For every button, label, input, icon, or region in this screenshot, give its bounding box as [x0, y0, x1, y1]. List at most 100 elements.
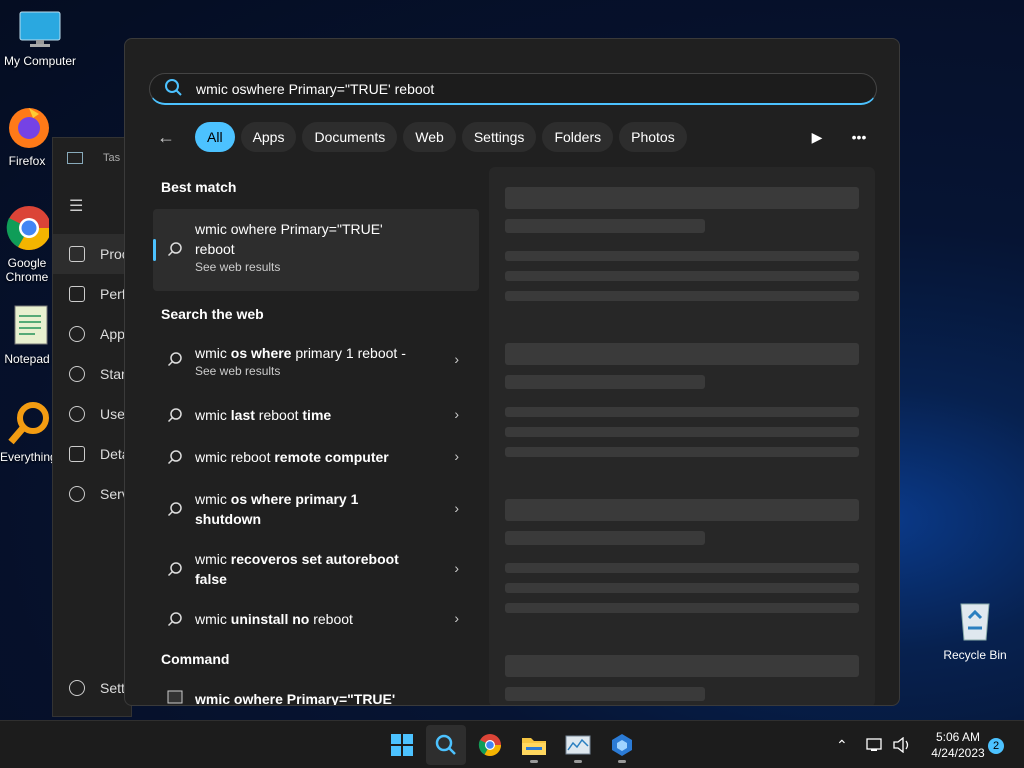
skeleton-line [505, 447, 859, 457]
taskbar-file-explorer[interactable] [514, 725, 554, 765]
hamburger-menu-icon[interactable]: ☰ [53, 178, 131, 234]
desktop-icon-my-computer[interactable]: My Computer [0, 10, 80, 68]
tm-nav-app-history[interactable]: App [53, 314, 131, 354]
search-icon [167, 241, 183, 260]
app-history-icon [69, 326, 85, 342]
filter-web[interactable]: Web [403, 122, 456, 152]
chevron-right-icon: › [454, 560, 459, 576]
result-text: primary 1 reboot - [291, 345, 406, 361]
search-icon [167, 611, 183, 630]
command-result-text: wmic owhere Primary="TRUE' [195, 691, 396, 706]
best-match-subtext: See web results [195, 260, 281, 274]
best-match-result[interactable]: wmic owhere Primary="TRUE' reboot See we… [153, 209, 479, 291]
running-indicator [618, 760, 626, 763]
filter-apps[interactable]: Apps [240, 122, 297, 152]
web-result-1[interactable]: wmic os where primary 1 reboot - See web… [153, 335, 479, 387]
web-result-5[interactable]: wmic recoveros set autoreboot false › [153, 543, 479, 595]
volume-icon[interactable] [892, 721, 912, 768]
clock-date: 4/24/2023 [931, 746, 985, 760]
task-manager-icon [565, 735, 591, 755]
chevron-up-icon: ⌃ [836, 736, 848, 753]
result-subtext: See web results [195, 364, 281, 378]
search-panel: wmic oswhere Primary="TRUE' reboot ← All… [124, 38, 900, 706]
filter-documents[interactable]: Documents [302, 122, 398, 152]
chevron-right-icon: › [454, 610, 459, 626]
desktop-icon-recycle-bin[interactable]: Recycle Bin [940, 596, 1010, 662]
task-manager-window[interactable]: Tas ☰ Proc Perf App Star Use Deta Serv S… [52, 137, 132, 717]
result-text-bold: shutdown [195, 511, 262, 527]
tm-nav-services[interactable]: Serv [53, 474, 131, 514]
recycle-bin-label: Recycle Bin [943, 648, 1007, 662]
tm-nav-label: Perf [100, 286, 126, 302]
tm-nav-processes[interactable]: Proc [53, 234, 131, 274]
users-icon [69, 406, 85, 422]
result-text: reboot [309, 611, 353, 627]
taskbar-search-button[interactable] [426, 725, 466, 765]
search-icon [167, 501, 183, 520]
desktop-icon-label: Everything [0, 450, 54, 464]
show-hidden-icons-button[interactable]: ⌃ [836, 721, 848, 768]
skeleton-line [505, 271, 859, 281]
result-text: wmic [195, 551, 231, 567]
everything-icon [5, 400, 49, 446]
tm-nav-settings[interactable]: Sett [53, 668, 125, 708]
result-text-bold: recoveros set autoreboot [230, 551, 399, 567]
tm-nav-label: Star [100, 366, 126, 382]
selection-indicator [153, 239, 156, 261]
web-result-6[interactable]: wmic uninstall no reboot › [153, 599, 479, 639]
network-icon[interactable] [866, 721, 884, 768]
result-text: wmic [195, 611, 231, 627]
best-match-heading: Best match [161, 179, 237, 195]
result-text-bold: os where [230, 345, 292, 361]
notification-badge[interactable]: 2 [988, 738, 1004, 754]
result-text: wmic [195, 407, 231, 423]
play-icon[interactable]: ▶ [799, 129, 835, 146]
skeleton-line [505, 427, 859, 437]
search-input[interactable]: wmic oswhere Primary="TRUE' reboot [149, 73, 877, 105]
search-web-heading: Search the web [161, 306, 264, 322]
web-result-2[interactable]: wmic last reboot time › [153, 395, 479, 435]
taskbar-task-manager[interactable] [558, 725, 598, 765]
web-result-3[interactable]: wmic reboot remote computer › [153, 437, 479, 477]
clock-time: 5:06 AM [935, 730, 981, 744]
desktop-icon-label: Google Chrome [5, 256, 49, 284]
skeleton-line [505, 603, 859, 613]
chevron-right-icon: › [454, 500, 459, 516]
result-text-bold: last [230, 407, 255, 423]
services-icon [69, 486, 85, 502]
back-arrow-icon[interactable]: ← [157, 127, 183, 148]
skeleton-line [505, 251, 859, 261]
desktop-icon-chrome[interactable]: Google Chrome [0, 204, 54, 284]
firefox-icon [5, 104, 49, 150]
filter-all[interactable]: All [195, 122, 235, 152]
tm-nav-startup[interactable]: Star [53, 354, 131, 394]
desktop-icon-firefox[interactable]: Firefox [0, 104, 54, 168]
result-text-bold: false [195, 571, 227, 587]
tm-nav-details[interactable]: Deta [53, 434, 131, 474]
skeleton-line [505, 187, 859, 209]
desktop-icon-notepad[interactable]: Notepad [0, 304, 54, 366]
system-clock[interactable]: 5:06 AM 4/24/2023 [920, 729, 996, 761]
search-query-text: wmic oswhere Primary="TRUE' reboot [196, 80, 435, 97]
app-icon [612, 734, 632, 756]
command-result[interactable]: wmic owhere Primary="TRUE' [153, 681, 479, 706]
filter-folders[interactable]: Folders [542, 122, 614, 152]
tm-nav-label: App [100, 326, 125, 342]
taskbar-app[interactable] [602, 725, 642, 765]
tm-nav-users[interactable]: Use [53, 394, 131, 434]
filter-settings[interactable]: Settings [461, 122, 537, 152]
notepad-icon [5, 304, 49, 348]
chevron-right-icon: › [454, 351, 459, 367]
skeleton-line [505, 531, 705, 545]
tm-nav-performance[interactable]: Perf [53, 274, 131, 314]
desktop-icon-everything[interactable]: Everything [0, 400, 54, 464]
taskbar: ⌃ 5:06 AM 4/24/2023 2 [0, 720, 1024, 768]
taskbar-chrome[interactable] [470, 725, 510, 765]
task-manager-title: Tas [103, 152, 121, 164]
filter-photos[interactable]: Photos [619, 122, 687, 152]
start-button[interactable] [382, 725, 422, 765]
skeleton-line [505, 563, 859, 573]
more-options-icon[interactable]: ••• [841, 129, 877, 145]
web-result-4[interactable]: wmic os where primary 1 shutdown › [153, 483, 479, 535]
desktop-icon-label: My Computer [3, 54, 77, 68]
